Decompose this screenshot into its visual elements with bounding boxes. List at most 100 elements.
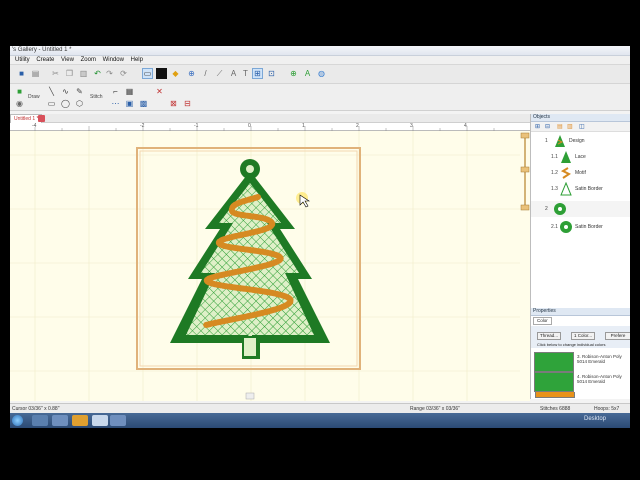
ruler-number: -1 — [194, 123, 199, 129]
draw-stitch-toolbar: ■ Draw ◉ ╲ ∿ ✎ ▭ ◯ ⬡ Stitch ⌐ ▦ ⋯ ▣ ▩ ✕ … — [10, 84, 630, 111]
menu-bar: Utility Create View Zoom Window Help — [10, 56, 630, 65]
main-toolbar: ■ ▤ ✂ ❐ ▥ ↶ ↷ ⟳ ▭ ◆ ⊕ / ⟋ A T ⊞ ⊡ ⊕ A ◍ — [10, 65, 630, 84]
knife-tool-icon[interactable]: / — [200, 68, 211, 79]
order-icon[interactable]: ◫ — [579, 123, 585, 130]
select-tool-icon[interactable]: ▭ — [142, 68, 153, 79]
tree-view-icon[interactable]: ⊞ — [535, 123, 540, 130]
snap-icon[interactable]: ⊡ — [266, 68, 277, 79]
tree-row-design[interactable]: 1 Design — [531, 133, 630, 149]
fill-icon[interactable]: ▦ — [124, 86, 135, 97]
screen: 's Gallery - Untitled 1 * Utility Create… — [0, 0, 640, 480]
zoom-slider-graphic — [520, 132, 530, 211]
taskbar-explorer-icon[interactable] — [32, 415, 48, 426]
ruler-number: 2 — [356, 123, 359, 129]
print-icon[interactable]: ▤ — [30, 68, 41, 79]
motif-fill-icon[interactable]: ▩ — [138, 98, 149, 109]
taskbar-browser-icon[interactable] — [52, 415, 68, 426]
text-tool-icon[interactable]: A — [228, 68, 239, 79]
zoom-icon[interactable]: ⊕ — [186, 68, 197, 79]
preferences-button[interactable]: Prefere — [605, 332, 630, 340]
objects-panel-header: Objects — [531, 114, 630, 122]
taskbar-app-icon[interactable] — [92, 415, 108, 426]
cross-stitch-icon[interactable]: ✕ — [154, 86, 165, 97]
polygon-tool-icon[interactable]: ⬡ — [74, 98, 85, 109]
tab-color[interactable]: Color — [533, 317, 552, 325]
menu-help[interactable]: Help — [131, 56, 143, 64]
properties-panel-header: Properties — [531, 308, 630, 316]
ruler-number: -2 — [140, 123, 145, 129]
tree-row-satin-border[interactable]: 1.3 Satin Border — [537, 181, 630, 197]
color-row[interactable]: 4. Robison-Anton Poly 5014 Emerald — [534, 372, 630, 392]
satin-icon[interactable]: ⌐ — [110, 86, 121, 97]
ring-icon — [560, 221, 572, 233]
color-swatch[interactable] — [534, 352, 574, 372]
ruler-number: 0 — [248, 123, 251, 129]
list-view-icon[interactable]: ⊟ — [545, 123, 550, 130]
tree-row-ring-satin-border[interactable]: 2.1 Satin Border — [537, 219, 630, 235]
color-swatch[interactable] — [534, 372, 574, 392]
taskbar-embroidery-icon[interactable] — [110, 415, 126, 426]
lace-icon[interactable]: ⊠ — [168, 98, 179, 109]
eye-icon[interactable]: ◉ — [14, 98, 25, 109]
zoom-slider[interactable] — [520, 131, 530, 401]
globe-icon[interactable]: ⊕ — [288, 68, 299, 79]
tree-row-group-2[interactable]: 2 — [531, 201, 630, 217]
undo-icon[interactable]: ↶ — [92, 68, 103, 79]
redo-icon[interactable]: ↷ — [104, 68, 115, 79]
applique-icon[interactable]: ▣ — [124, 98, 135, 109]
group-icon[interactable]: ▤ — [557, 123, 563, 130]
ruler-number: -4 — [32, 123, 37, 129]
rotate-icon[interactable]: ⟳ — [118, 68, 129, 79]
taskbar-desktop-label: Desktop — [584, 416, 607, 422]
ungroup-icon[interactable]: ▥ — [567, 123, 573, 130]
thread-button[interactable]: Thread... — [537, 332, 561, 340]
status-cursor: Cursor 03/36" x 0.88" — [12, 406, 60, 412]
save-icon[interactable]: ■ — [16, 68, 27, 79]
redwork-icon[interactable]: ⊟ — [182, 98, 193, 109]
taskbar-folder-icon[interactable] — [72, 415, 88, 426]
rectangle-tool-icon[interactable]: ▭ — [46, 98, 57, 109]
background-color-icon[interactable] — [156, 68, 167, 79]
menu-zoom[interactable]: Zoom — [81, 56, 96, 64]
start-button-icon[interactable] — [12, 415, 23, 426]
shape-icon[interactable]: ■ — [14, 86, 25, 97]
menu-view[interactable]: View — [61, 56, 74, 64]
canvas-graphics — [10, 131, 520, 401]
christmas-tree-design[interactable] — [170, 159, 330, 359]
font-icon[interactable]: A — [302, 68, 313, 79]
color-tool-icon[interactable]: ◆ — [170, 68, 181, 79]
status-bar: Cursor 03/36" x 0.88" Range 03/36" x 03/… — [10, 403, 630, 413]
help-icon[interactable]: ◍ — [316, 68, 327, 79]
menu-window[interactable]: Window — [103, 56, 124, 64]
ellipse-tool-icon[interactable]: ◯ — [60, 98, 71, 109]
measure-icon[interactable]: ⟋ — [214, 68, 225, 79]
scroll-handle[interactable] — [245, 392, 255, 400]
cut-icon[interactable]: ✂ — [50, 68, 61, 79]
paste-icon[interactable]: ▥ — [78, 68, 89, 79]
lettering-icon[interactable]: T — [240, 68, 251, 79]
run-stitch-icon[interactable]: ⋯ — [110, 98, 121, 109]
windows-taskbar: Desktop — [10, 413, 630, 428]
color-row[interactable]: 3. Robison-Anton Poly 5014 Emerald — [534, 352, 630, 372]
draw-label: Draw — [28, 94, 40, 100]
design-canvas[interactable] — [10, 131, 520, 401]
line-tool-icon[interactable]: ╲ — [46, 86, 57, 97]
curve-tool-icon[interactable]: ∿ — [60, 86, 71, 97]
color-hint: Click below to change individual colors — [537, 342, 606, 347]
close-tab-icon[interactable] — [38, 115, 45, 122]
motif-icon — [560, 167, 571, 179]
status-hoop: Hoops: 5x7 — [594, 406, 620, 412]
application-window: 's Gallery - Untitled 1 * Utility Create… — [10, 46, 630, 413]
freehand-tool-icon[interactable]: ✎ — [74, 86, 85, 97]
copy-icon[interactable]: ❐ — [64, 68, 75, 79]
window-title: 's Gallery - Untitled 1 * — [12, 47, 72, 53]
tree-row-lace[interactable]: 1.1 Lace — [537, 149, 630, 165]
menu-utility[interactable]: Utility — [15, 56, 30, 64]
tree-row-motif[interactable]: 1.2 Motif — [537, 165, 630, 181]
ruler-ticks — [34, 126, 495, 131]
ruler-number: 3 — [410, 123, 413, 129]
one-color-button[interactable]: 1 Color... — [571, 332, 595, 340]
grid-icon[interactable]: ⊞ — [252, 68, 263, 79]
menu-create[interactable]: Create — [36, 56, 54, 64]
ring-icon — [554, 203, 566, 215]
